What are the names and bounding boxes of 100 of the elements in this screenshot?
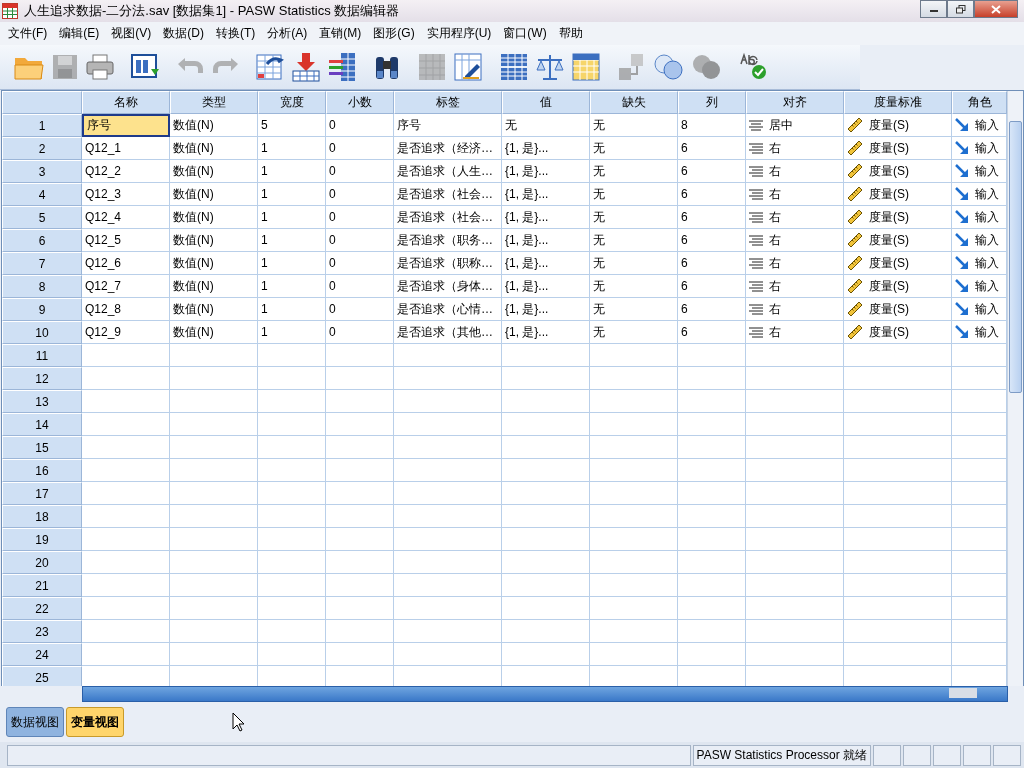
table-cell: Q12_1: [82, 137, 170, 160]
row-header[interactable]: 12: [2, 367, 82, 390]
table-cell: 0: [326, 298, 394, 321]
row-header[interactable]: 6: [2, 229, 82, 252]
table-cell: 数值(N): [170, 252, 258, 275]
table-cell: Q12_3: [82, 183, 170, 206]
column-header[interactable]: 列: [678, 91, 746, 114]
empty-cell: [326, 505, 394, 528]
row-header[interactable]: 7: [2, 252, 82, 275]
table-cell: 是否追求（身体…: [394, 275, 502, 298]
status-text: PASW Statistics Processor 就绪: [692, 745, 871, 766]
menu-item[interactable]: 视图(V): [105, 25, 158, 42]
table-cell: 是否追求（社会…: [394, 206, 502, 229]
column-header[interactable]: 名称: [82, 91, 170, 114]
table-cell: 6: [678, 298, 746, 321]
row-header[interactable]: 14: [2, 413, 82, 436]
row-header[interactable]: 10: [2, 321, 82, 344]
circles-icon: [653, 52, 685, 82]
empty-cell: [258, 620, 326, 643]
row-header[interactable]: 18: [2, 505, 82, 528]
row-header[interactable]: 17: [2, 482, 82, 505]
close-button[interactable]: [974, 0, 1018, 18]
column-header[interactable]: 对齐: [746, 91, 844, 114]
horizontal-scrollbar[interactable]: [82, 686, 1008, 702]
menu-item[interactable]: 文件(F): [2, 25, 54, 42]
row-header[interactable]: 13: [2, 390, 82, 413]
menu-item[interactable]: 图形(G): [367, 25, 421, 42]
row-header[interactable]: 15: [2, 436, 82, 459]
column-header[interactable]: 标签: [394, 91, 502, 114]
table-cell: 1: [258, 160, 326, 183]
row-header[interactable]: 5: [2, 206, 82, 229]
cell-text: 输入: [975, 116, 999, 134]
menu-item[interactable]: 分析(A): [261, 25, 314, 42]
table-cell: {1, 是}...: [502, 137, 590, 160]
row-header[interactable]: 2: [2, 137, 82, 160]
table-cell: 是否追求（人生…: [394, 160, 502, 183]
table-cell: Q12_9: [82, 321, 170, 344]
cell-text: 右: [769, 231, 781, 249]
restore-button[interactable]: [947, 0, 974, 18]
row-header[interactable]: 4: [2, 183, 82, 206]
column-header[interactable]: 角色: [952, 91, 1007, 114]
empty-cell: [258, 390, 326, 413]
grid-icon: [2, 3, 18, 19]
table-cell: 无: [502, 114, 590, 137]
view-tab[interactable]: 数据视图: [6, 707, 64, 737]
empty-cell: [678, 574, 746, 597]
menu-item[interactable]: 转换(T): [210, 25, 262, 42]
table-cell: 是否追求（职务…: [394, 229, 502, 252]
row-header[interactable]: 9: [2, 298, 82, 321]
empty-cell: [326, 390, 394, 413]
table-cell: {1, 是}...: [502, 206, 590, 229]
row-header[interactable]: 11: [2, 344, 82, 367]
menu-item[interactable]: 数据(D): [157, 25, 210, 42]
menu-item[interactable]: 实用程序(U): [420, 25, 498, 42]
column-header[interactable]: 缺失: [590, 91, 678, 114]
empty-cell: [258, 505, 326, 528]
empty-cell: [678, 459, 746, 482]
vertical-scrollbar[interactable]: [1007, 91, 1023, 686]
variables-list-icon: [327, 52, 357, 82]
view-tab[interactable]: 变量视图: [66, 707, 124, 737]
row-header[interactable]: 1: [2, 114, 82, 137]
ruler-icon: [847, 209, 863, 225]
table-cell: 是否追求（心情…: [394, 298, 502, 321]
cell-text: 输入: [975, 208, 999, 226]
table-cell: 无: [590, 321, 678, 344]
empty-cell: [258, 574, 326, 597]
menu-item[interactable]: 编辑(E): [53, 25, 106, 42]
row-header[interactable]: 25: [2, 666, 82, 686]
empty-cell: [678, 505, 746, 528]
empty-cell: [258, 344, 326, 367]
empty-cell: [678, 390, 746, 413]
spell-check-icon: [739, 52, 769, 82]
row-header[interactable]: 8: [2, 275, 82, 298]
table-cell: 数值(N): [170, 206, 258, 229]
column-header[interactable]: 宽度: [258, 91, 326, 114]
column-header[interactable]: 小数: [326, 91, 394, 114]
row-header[interactable]: 24: [2, 643, 82, 666]
row-header[interactable]: 23: [2, 620, 82, 643]
column-header[interactable]: 类型: [170, 91, 258, 114]
empty-cell: [258, 459, 326, 482]
row-header[interactable]: 3: [2, 160, 82, 183]
row-header[interactable]: 20: [2, 551, 82, 574]
minimize-button[interactable]: [920, 0, 947, 18]
menu-item[interactable]: 窗口(W): [497, 25, 553, 42]
empty-cell: [678, 620, 746, 643]
column-header[interactable]: 度量标准: [844, 91, 952, 114]
menu-item[interactable]: 帮助: [552, 25, 589, 42]
row-header[interactable]: 21: [2, 574, 82, 597]
circles-icon: [691, 52, 723, 82]
ruler-icon: [847, 301, 863, 317]
row-header[interactable]: 16: [2, 459, 82, 482]
menu-item[interactable]: 直销(M): [313, 25, 368, 42]
column-header[interactable]: 值: [502, 91, 590, 114]
empty-cell: [326, 551, 394, 574]
row-header[interactable]: 22: [2, 597, 82, 620]
table-pencil-icon: [453, 52, 483, 82]
empty-cell: [678, 413, 746, 436]
row-header[interactable]: 19: [2, 528, 82, 551]
table-cell: 0: [326, 160, 394, 183]
arrow-icon: [955, 187, 969, 201]
